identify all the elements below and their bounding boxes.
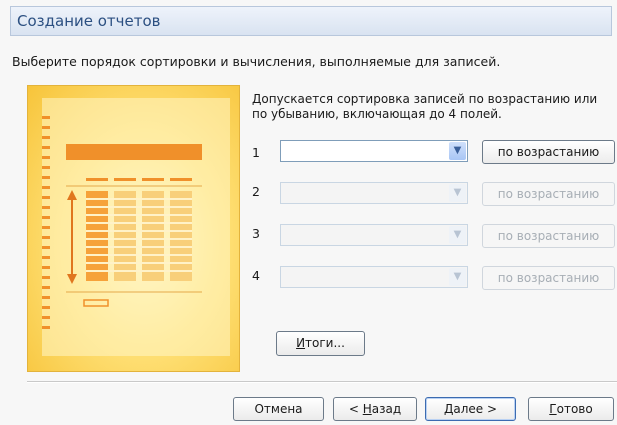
sort-order-1-button[interactable]: по возрастанию — [482, 140, 615, 164]
sort-row-3-number: 3 — [252, 226, 260, 241]
dropdown-arrow-icon[interactable]: ▼ — [449, 184, 466, 202]
footer-separator — [27, 381, 617, 383]
back-button[interactable]: < Назад — [333, 397, 417, 421]
summary-button[interactable]: Итоги... — [276, 331, 365, 356]
next-button[interactable]: Далее > — [425, 397, 516, 421]
sort-field-3-combo[interactable]: ▼ — [280, 224, 468, 246]
sort-order-4-button[interactable]: по возрастанию — [482, 266, 615, 290]
sort-row-1-number: 1 — [252, 145, 260, 160]
report-illustration — [27, 85, 240, 372]
dropdown-arrow-icon[interactable]: ▼ — [449, 268, 466, 286]
sort-field-4-combo[interactable]: ▼ — [280, 266, 468, 288]
report-preview-graphic — [42, 98, 230, 356]
dialog-title: Создание отчетов — [17, 12, 161, 30]
sort-row-4-number: 4 — [252, 268, 260, 283]
sort-field-1-combo[interactable]: ▼ — [280, 140, 468, 162]
sort-order-3-button[interactable]: по возрастанию — [482, 224, 615, 248]
sort-order-2-button[interactable]: по возрастанию — [482, 182, 615, 206]
sort-row-2-number: 2 — [252, 184, 260, 199]
cancel-button[interactable]: Отмена — [233, 397, 324, 421]
finish-button[interactable]: Готово — [528, 397, 614, 421]
sort-field-2-combo[interactable]: ▼ — [280, 182, 468, 204]
report-wizard-dialog: Создание отчетов Выберите порядок сортир… — [0, 0, 617, 425]
sort-info-text: Допускается сортировка записей по возрас… — [252, 92, 598, 121]
dropdown-arrow-icon[interactable]: ▼ — [449, 142, 466, 160]
instruction-text: Выберите порядок сортировки и вычисления… — [12, 54, 501, 69]
dialog-title-bar: Создание отчетов — [10, 6, 612, 36]
dropdown-arrow-icon[interactable]: ▼ — [449, 226, 466, 244]
